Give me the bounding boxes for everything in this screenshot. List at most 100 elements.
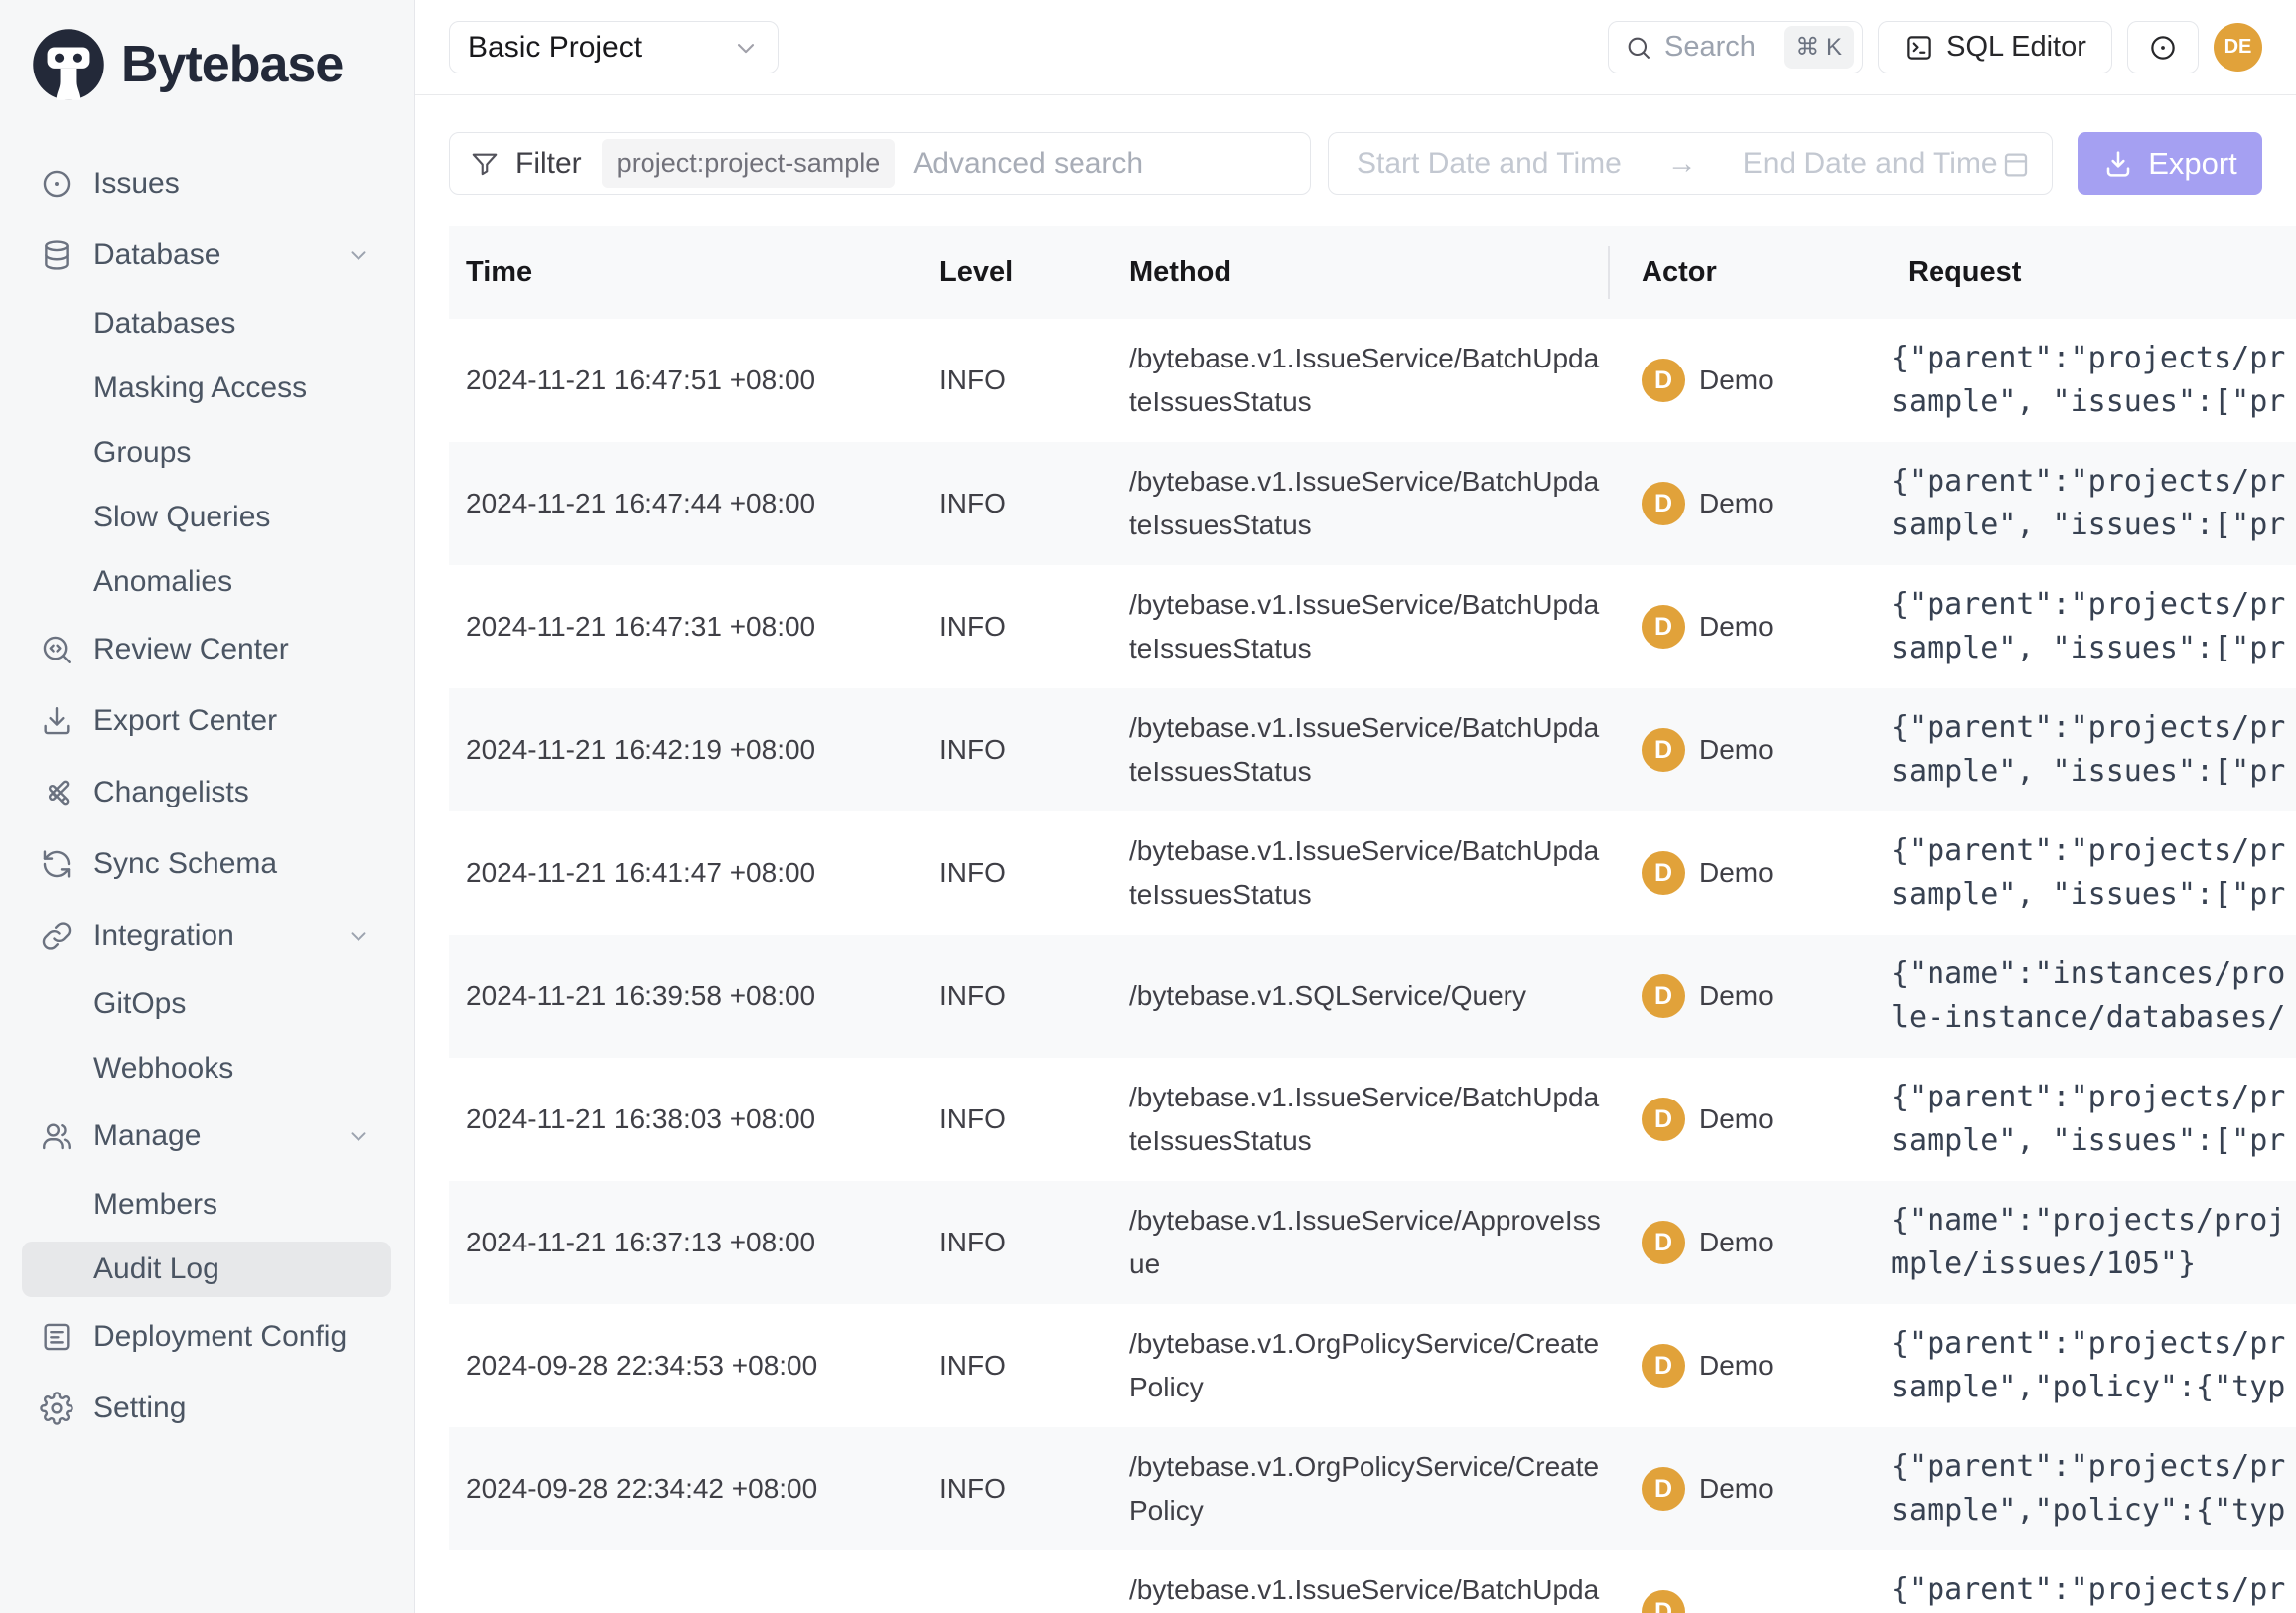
request-json-line: sample", "issues":["pr (1891, 1119, 2296, 1163)
sidebar-item-integration[interactable]: Integration (22, 900, 391, 971)
cell-method: /bytebase.v1.IssueService/BatchUpdateIss… (1112, 460, 1608, 547)
sync-icon (40, 847, 73, 881)
request-json-line: mple/issues/105"} (1891, 1243, 2296, 1286)
date-range-input[interactable]: Start Date and Time → End Date and Time (1328, 132, 2053, 195)
request-json-line: {"name":"instances/pro (1891, 953, 2296, 996)
actor-avatar: D (1642, 1467, 1685, 1511)
changelist-icon (40, 776, 73, 809)
request-json-line: {"parent":"projects/pr (1891, 583, 2296, 627)
cell-request: {"parent":"projects/prsample", "issues":… (1891, 829, 2296, 917)
cell-actor: DDemo (1608, 1098, 1891, 1141)
sql-editor-label: SQL Editor (1946, 31, 2086, 64)
actor-name: Demo (1699, 1227, 1774, 1258)
actor-name: Demo (1699, 980, 1774, 1012)
cell-time: 2024-09-28 22:34:53 +08:00 (449, 1350, 923, 1382)
project-selector[interactable]: Basic Project (449, 21, 779, 73)
sidebar-item-label: Groups (93, 436, 191, 470)
search-icon (1625, 34, 1652, 62)
column-header-level: Level (923, 256, 1112, 289)
sidebar-item-databases[interactable]: Databases (22, 291, 391, 356)
actor-name: Demo (1699, 365, 1774, 396)
sidebar-item-issues[interactable]: Issues (22, 148, 391, 220)
table-row[interactable]: 2024-11-21 16:42:19 +08:00INFO/bytebase.… (449, 688, 2296, 811)
table-header-row: TimeLevelMethodActorRequest (449, 226, 2296, 319)
sidebar-item-label: Databases (93, 307, 235, 341)
sidebar-item-label: Changelists (93, 776, 249, 809)
sidebar-item-deployment-config[interactable]: Deployment Config (22, 1301, 391, 1373)
table-row[interactable]: /bytebase.v1.IssueService/BatchUpdateIss… (449, 1550, 2296, 1613)
export-icon (40, 704, 73, 738)
cell-level: INFO (923, 1227, 1112, 1258)
sidebar-item-review-center[interactable]: Review Center (22, 614, 391, 685)
sidebar-item-label: Review Center (93, 633, 289, 666)
cell-method: /bytebase.v1.SQLService/Query (1112, 974, 1608, 1018)
sql-editor-button[interactable]: SQL Editor (1878, 21, 2112, 73)
integration-icon (40, 919, 73, 953)
table-row[interactable]: 2024-11-21 16:47:31 +08:00INFO/bytebase.… (449, 565, 2296, 688)
request-json-line: {"parent":"projects/pr (1891, 337, 2296, 380)
actor-avatar: D (1642, 1221, 1685, 1264)
sidebar-item-sync-schema[interactable]: Sync Schema (22, 828, 391, 900)
search-input[interactable]: Search ⌘ K (1608, 21, 1863, 73)
sidebar-item-label: Slow Queries (93, 501, 270, 534)
actor-name: Demo (1699, 1103, 1774, 1135)
sidebar-item-label: Setting (93, 1392, 186, 1425)
cell-method: /bytebase.v1.IssueService/BatchUpdateIss… (1112, 1076, 1608, 1163)
table-row[interactable]: 2024-11-21 16:38:03 +08:00INFO/bytebase.… (449, 1058, 2296, 1181)
table-row[interactable]: 2024-11-21 16:41:47 +08:00INFO/bytebase.… (449, 811, 2296, 935)
sidebar-item-audit-log[interactable]: Audit Log (22, 1242, 391, 1297)
export-button[interactable]: Export (2078, 132, 2262, 195)
sidebar-item-label: Integration (93, 919, 234, 953)
sidebar-item-manage[interactable]: Manage (22, 1100, 391, 1172)
sidebar-item-database[interactable]: Database (22, 220, 391, 291)
sidebar-item-webhooks[interactable]: Webhooks (22, 1036, 391, 1100)
database-icon (40, 238, 73, 272)
manage-icon (40, 1119, 73, 1153)
filter-input[interactable]: Filter project:project-sample Advanced s… (449, 132, 1311, 195)
cell-actor: DDemo (1608, 1344, 1891, 1388)
bytebase-logo[interactable]: Bytebase (0, 0, 414, 103)
cell-request: {"parent":"projects/prsample", "issues":… (1891, 706, 2296, 794)
table-row[interactable]: 2024-09-28 22:34:42 +08:00INFO/bytebase.… (449, 1427, 2296, 1550)
sidebar-item-changelists[interactable]: Changelists (22, 757, 391, 828)
user-avatar[interactable]: DE (2214, 23, 2262, 72)
request-json-line: sample", "issues":["pr (1891, 627, 2296, 670)
sidebar-item-masking-access[interactable]: Masking Access (22, 356, 391, 420)
sidebar-item-label: Sync Schema (93, 847, 277, 881)
sidebar-item-label: Deployment Config (93, 1320, 347, 1354)
sidebar-item-groups[interactable]: Groups (22, 420, 391, 485)
cell-actor: DDemo (1608, 1467, 1891, 1511)
sidebar-item-label: GitOps (93, 987, 186, 1021)
sidebar-item-slow-queries[interactable]: Slow Queries (22, 485, 391, 549)
sidebar-item-export-center[interactable]: Export Center (22, 685, 391, 757)
sidebar-item-members[interactable]: Members (22, 1172, 391, 1237)
filter-bar: Filter project:project-sample Advanced s… (449, 132, 2262, 195)
table-row[interactable]: 2024-11-21 16:39:58 +08:00INFO/bytebase.… (449, 935, 2296, 1058)
chevron-down-icon (732, 34, 760, 62)
sidebar-item-label: Audit Log (93, 1252, 219, 1286)
table-row[interactable]: 2024-11-21 16:47:44 +08:00INFO/bytebase.… (449, 442, 2296, 565)
cell-method: /bytebase.v1.IssueService/BatchUpdateIss… (1112, 829, 1608, 917)
request-json-line: {"parent":"projects/pr (1891, 1568, 2296, 1612)
sidebar-item-setting[interactable]: Setting (22, 1373, 391, 1444)
actor-avatar: D (1642, 1344, 1685, 1388)
request-json-line: sample","policy":{"typ (1891, 1366, 2296, 1409)
sidebar-item-label: Issues (93, 167, 180, 201)
cell-request: {"parent":"projects/prsample", "issues":… (1891, 337, 2296, 424)
filter-tag[interactable]: project:project-sample (602, 139, 896, 188)
request-json-line: {"parent":"projects/pr (1891, 1322, 2296, 1366)
actor-name: Demo (1699, 857, 1774, 889)
table-row[interactable]: 2024-09-28 22:34:53 +08:00INFO/bytebase.… (449, 1304, 2296, 1427)
table-row[interactable]: 2024-11-21 16:47:51 +08:00INFO/bytebase.… (449, 319, 2296, 442)
cell-method: /bytebase.v1.IssueService/ApproveIssue (1112, 1199, 1608, 1286)
sidebar-item-gitops[interactable]: GitOps (22, 971, 391, 1036)
cell-level: INFO (923, 1350, 1112, 1382)
column-header-time: Time (449, 256, 923, 289)
table-row[interactable]: 2024-11-21 16:37:13 +08:00INFO/bytebase.… (449, 1181, 2296, 1304)
actor-avatar: D (1642, 359, 1685, 402)
cell-request: {"name":"projects/projmple/issues/105"} (1891, 1199, 2296, 1286)
circle-dot-button[interactable] (2127, 21, 2199, 73)
cell-level: INFO (923, 734, 1112, 766)
cell-level: INFO (923, 611, 1112, 643)
sidebar-item-anomalies[interactable]: Anomalies (22, 549, 391, 614)
